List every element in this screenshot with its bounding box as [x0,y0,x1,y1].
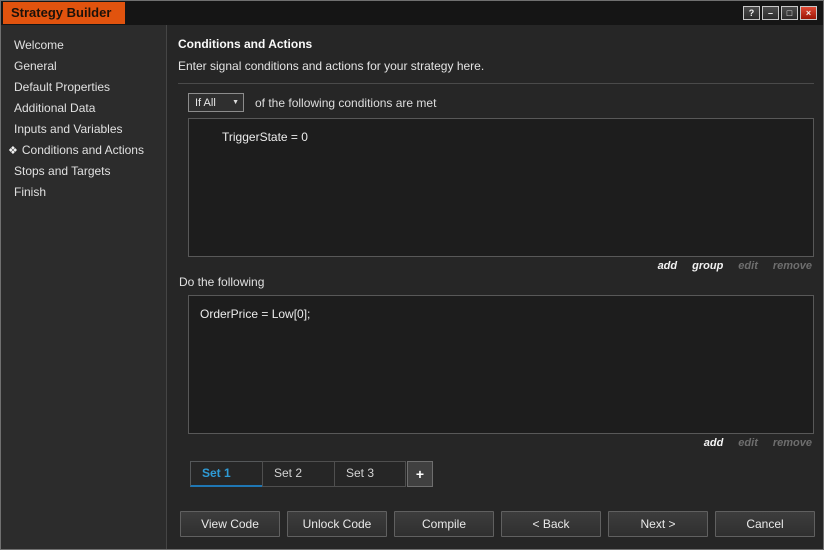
sidebar-item-finish[interactable]: Finish [1,182,166,202]
action-item[interactable]: OrderPrice = Low[0]; [200,307,813,321]
wizard-step-sidebar: Welcome General Default Properties Addit… [1,25,167,549]
page-subtitle: Enter signal conditions and actions for … [178,59,814,73]
maximize-button[interactable]: □ [781,6,798,20]
window-title: Strategy Builder [3,2,125,24]
sidebar-item-label: Welcome [14,38,64,52]
strategy-builder-window: Strategy Builder ? – □ × Welcome General… [0,0,824,550]
header-divider [178,83,814,84]
remove-condition-link: remove [773,260,812,272]
sidebar-item-label: Additional Data [14,101,95,115]
condition-mode-value: If All [195,97,216,109]
unlock-code-button[interactable]: Unlock Code [287,511,387,537]
sidebar-item-label: Conditions and Actions [22,143,144,157]
close-button[interactable]: × [800,6,817,20]
sidebar-item-default-properties[interactable]: Default Properties [1,77,166,97]
actions-section-label: Do the following [179,275,814,289]
set-tabs: Set 1 Set 2 Set 3 + [190,461,814,487]
back-button[interactable]: < Back [501,511,601,537]
conditions-actions-links: add group edit remove [178,260,812,272]
actions-links: add edit remove [178,437,812,449]
sidebar-item-stops-and-targets[interactable]: Stops and Targets [1,161,166,181]
condition-item[interactable]: TriggerState = 0 [222,130,813,144]
add-condition-link[interactable]: add [658,260,678,272]
edit-condition-link: edit [738,260,758,272]
tab-set-1[interactable]: Set 1 [190,461,262,487]
sidebar-item-conditions-and-actions[interactable]: ❖ Conditions and Actions [1,140,166,160]
help-button[interactable]: ? [743,6,760,20]
condition-mode-suffix: of the following conditions are met [255,96,436,110]
sidebar-item-inputs-and-variables[interactable]: Inputs and Variables [1,119,166,139]
sidebar-item-label: General [14,59,57,73]
sidebar-item-label: Stops and Targets [14,164,111,178]
view-code-button[interactable]: View Code [180,511,280,537]
title-bar: Strategy Builder ? – □ × [1,1,823,25]
sidebar-item-additional-data[interactable]: Additional Data [1,98,166,118]
conditions-list-box[interactable]: TriggerState = 0 [188,118,814,257]
add-action-link[interactable]: add [704,437,724,449]
sidebar-item-label: Inputs and Variables [14,122,123,136]
page-title: Conditions and Actions [178,37,814,51]
condition-mode-row: If All ▼ of the following conditions are… [188,93,814,112]
group-condition-link[interactable]: group [692,260,723,272]
actions-list-box[interactable]: OrderPrice = Low[0]; [188,295,814,434]
condition-mode-dropdown[interactable]: If All ▼ [188,93,244,112]
cancel-button[interactable]: Cancel [715,511,815,537]
tab-set-2[interactable]: Set 2 [262,461,334,487]
remove-action-link: remove [773,437,812,449]
sidebar-item-general[interactable]: General [1,56,166,76]
add-set-button[interactable]: + [407,461,433,487]
tab-set-3[interactable]: Set 3 [334,461,406,487]
sidebar-item-label: Default Properties [14,80,110,94]
sidebar-item-label: Finish [14,185,46,199]
chevron-down-icon: ▼ [232,99,239,106]
conditions-and-actions-panel: Conditions and Actions Enter signal cond… [168,25,823,549]
footer-button-bar: View Code Unlock Code Compile < Back Nex… [180,511,815,537]
sidebar-item-welcome[interactable]: Welcome [1,35,166,55]
compile-button[interactable]: Compile [394,511,494,537]
window-controls: ? – □ × [743,6,817,20]
edit-action-link: edit [738,437,758,449]
active-step-diamond-icon: ❖ [8,145,18,157]
next-button[interactable]: Next > [608,511,708,537]
minimize-button[interactable]: – [762,6,779,20]
